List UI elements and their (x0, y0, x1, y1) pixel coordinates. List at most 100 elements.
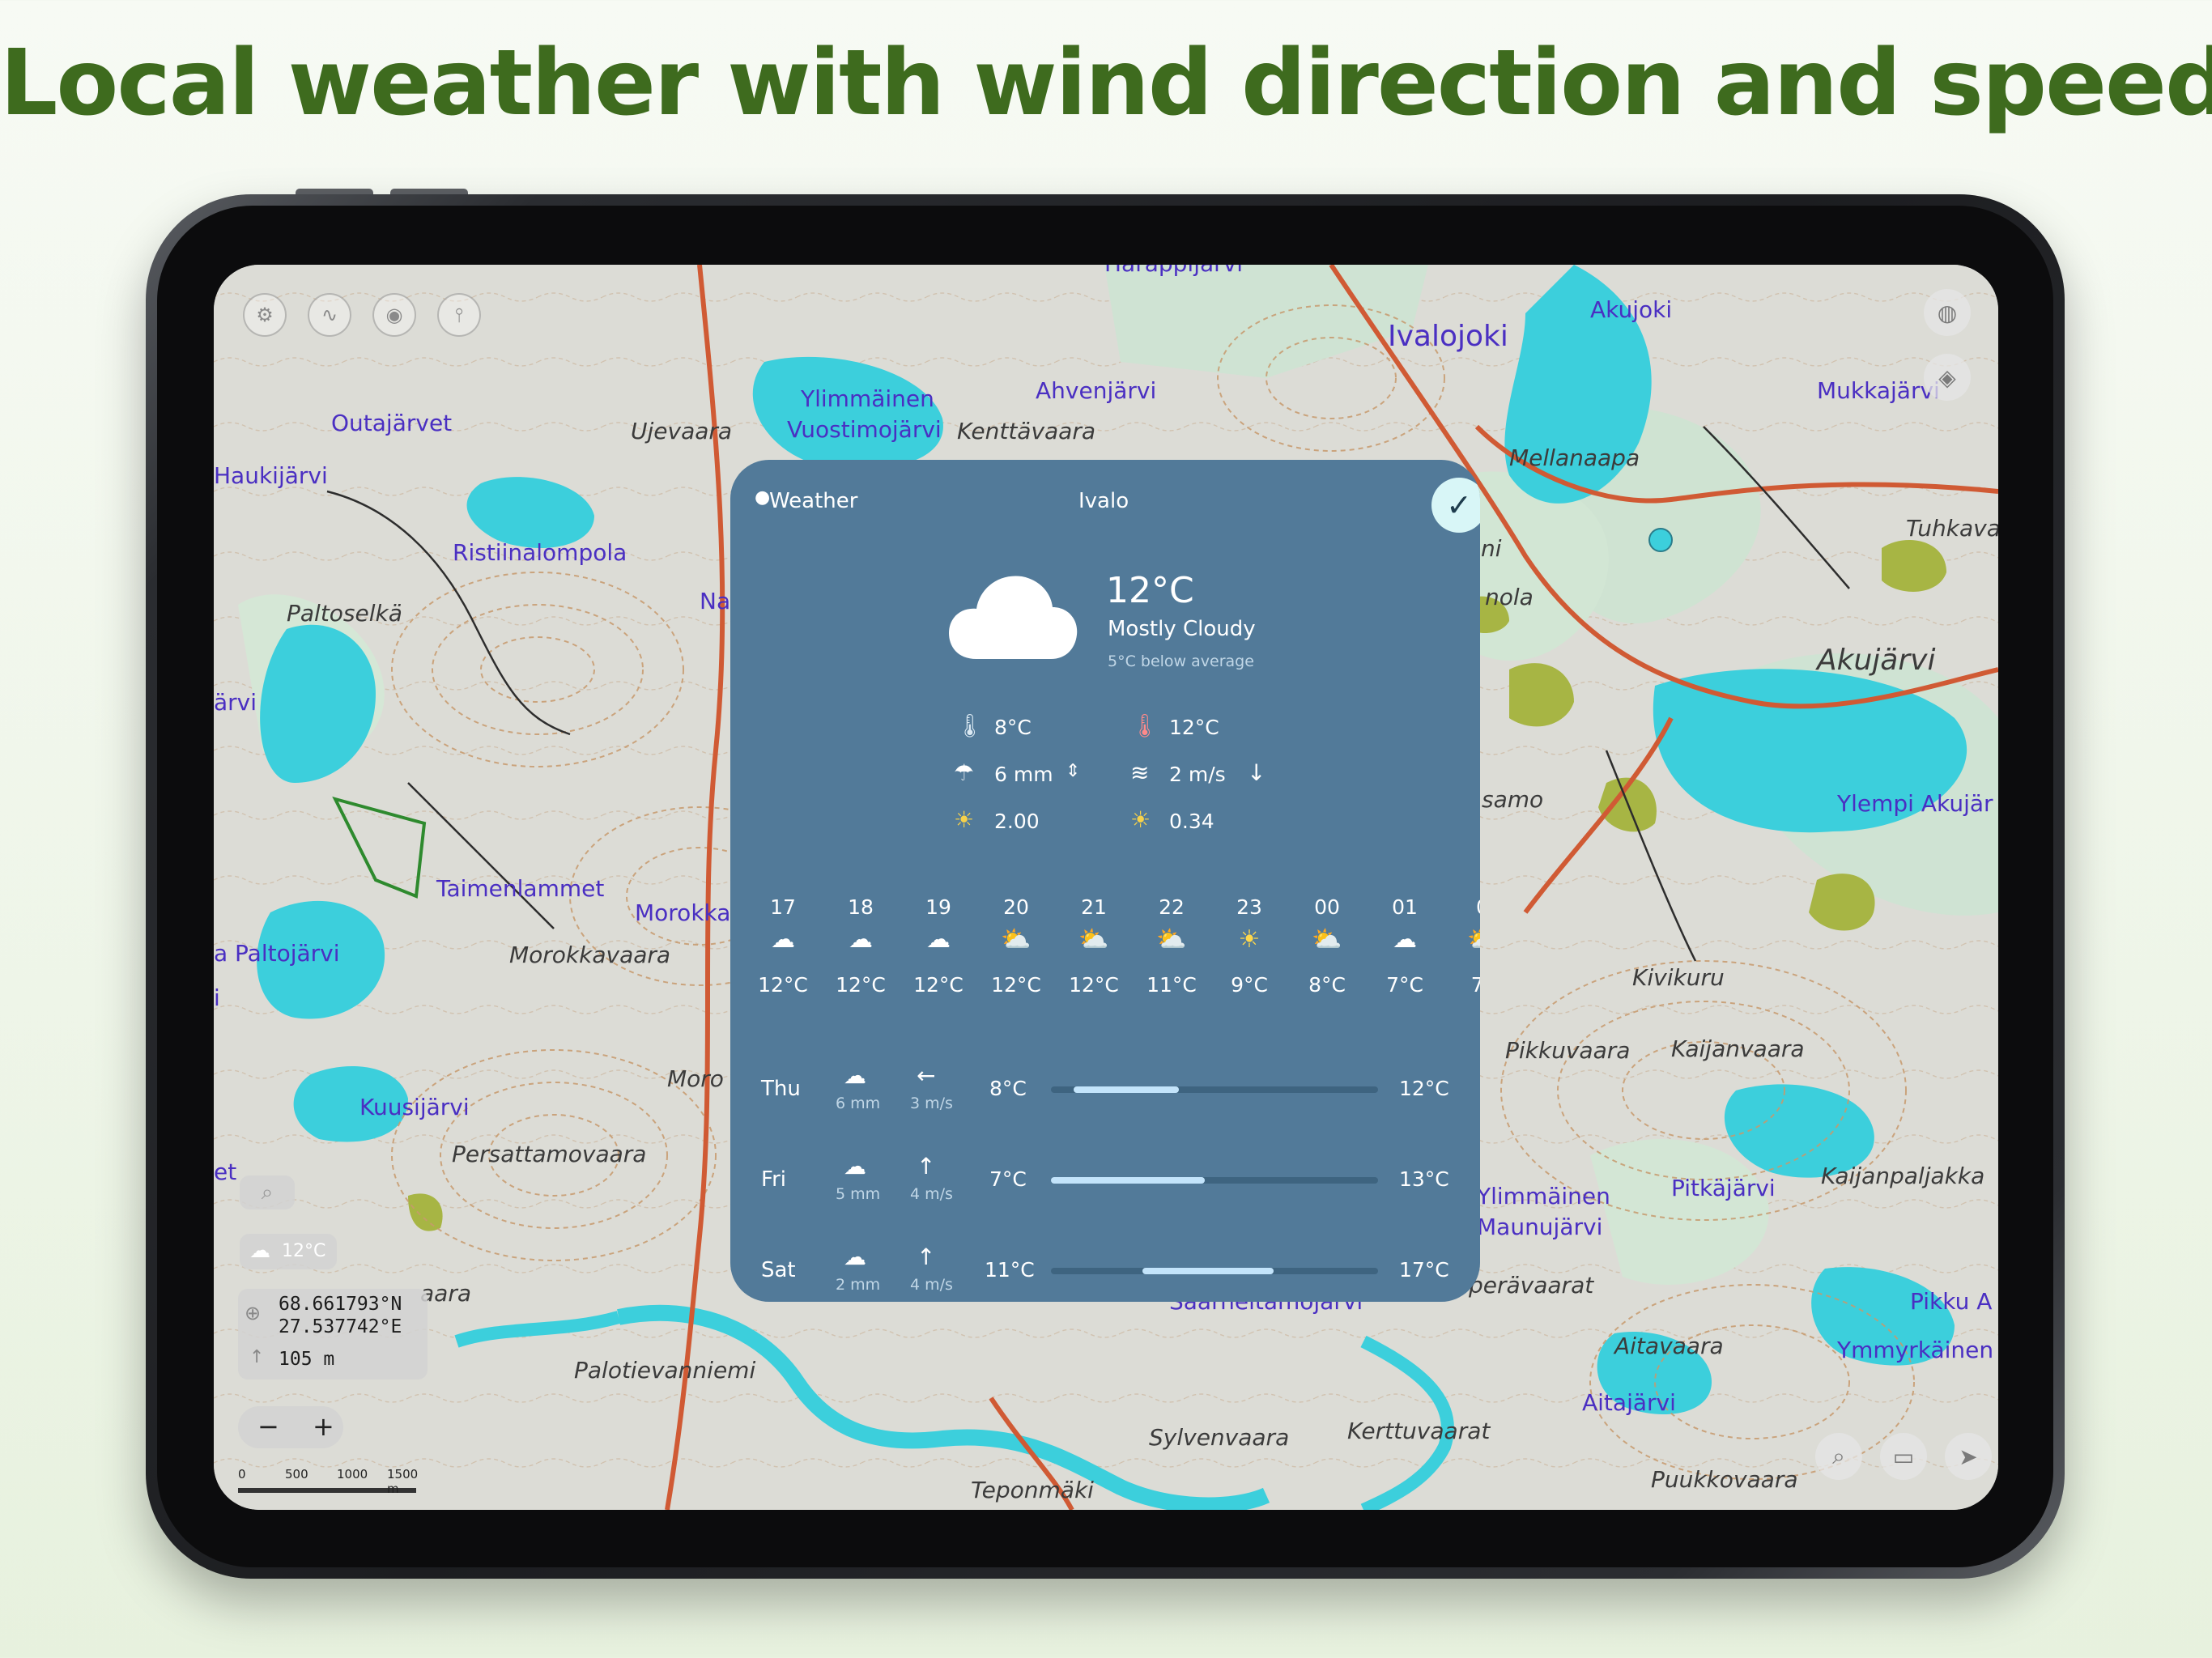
hour-temp: 12°C (1069, 973, 1119, 997)
daily-precip: 6 mm (836, 1095, 881, 1112)
hour-temp: 7° (1470, 973, 1480, 997)
map-label: Mellanaapa (1509, 444, 1640, 471)
current-temperature: 12°C (1106, 570, 1194, 611)
hour-label: 22 (1159, 895, 1185, 919)
hourly-item: 01 ☁ 7°C (1368, 895, 1441, 997)
map-label: Ahvenjärvi (1036, 377, 1156, 404)
map-label: Kivikuru (1632, 964, 1725, 991)
zoom-out-button[interactable]: − (257, 1411, 279, 1442)
daily-low: 11°C (985, 1258, 1035, 1282)
rain-cloud-icon: ☂ (954, 759, 975, 786)
broadcast-icon[interactable]: ◉ (372, 293, 416, 337)
map-label: et (214, 1158, 236, 1185)
map-label: Kaijanvaara (1671, 1035, 1805, 1062)
hourly-item: 22 ⛅ 11°C (1135, 895, 1208, 997)
daily-wind: 3 m/s (910, 1095, 953, 1112)
uv-set-value: 0.34 (1169, 810, 1214, 833)
partly-sunny-icon: ⛅ (1312, 925, 1342, 954)
settings-icon[interactable]: ⚙ (243, 293, 287, 337)
map-label: Harappijärvi (1104, 265, 1243, 277)
globe-icon[interactable]: ◍ (1924, 289, 1971, 336)
weather-location: Ivalo (1078, 489, 1129, 513)
hourly-item: 20 ⛅ 12°C (980, 895, 1053, 997)
map-label: Persattamovaara (452, 1141, 646, 1167)
hour-label: 23 (1236, 895, 1262, 919)
map-label: Morokkavaara (509, 942, 670, 968)
route-icon[interactable]: ∿ (308, 293, 351, 337)
daily-precip: 5 mm (836, 1185, 881, 1203)
cloud-icon: ☁ (926, 925, 951, 954)
scale-label: 1000 (337, 1467, 368, 1482)
daily-high: 17°C (1399, 1258, 1449, 1282)
altitude-arrow-icon: ↑ (249, 1347, 265, 1367)
daily-row: Thu ☁ 6 mm ← 3 m/s 8°C 12°C (730, 1062, 1480, 1119)
latitude: 68.661793°N (279, 1294, 402, 1315)
hourly-item: 18 ☁ 12°C (824, 895, 897, 997)
longitude: 27.537742°E (279, 1316, 402, 1337)
screen: Harappijärvi Ivalojoki Akujoki Ylimmäine… (214, 265, 1998, 1510)
hour-temp: 9°C (1231, 973, 1268, 997)
map-label: Ristiinalompola (453, 539, 627, 566)
map-label: Tuhkava (1906, 515, 1998, 542)
map-label: Morokka (635, 899, 730, 926)
wind-icon: ≋ (1130, 759, 1150, 786)
hour-temp: 12°C (991, 973, 1041, 997)
day-label: Thu (761, 1077, 801, 1101)
binoculars-icon[interactable]: ⌕ (240, 1175, 295, 1209)
hourly-item: 21 ⛅ 12°C (1057, 895, 1130, 997)
expand-icon[interactable]: ⇕ (1066, 761, 1080, 781)
pin-icon[interactable]: ⫯ (437, 293, 481, 337)
weather-card: ● Weather Ivalo ✓ 12°C Mostly Cloudy 5°C… (730, 460, 1480, 1302)
map-label: ärvi (214, 689, 257, 716)
map-label: Ujevaara (631, 418, 732, 444)
apple-logo-icon: ● (755, 487, 771, 508)
hourly-item: 17 ☁ 12°C (747, 895, 819, 997)
location-marker[interactable] (1648, 528, 1673, 552)
daily-row: Sat ☁ 2 mm ↑ 4 m/s 11°C 17°C (730, 1244, 1480, 1300)
cloud-icon: ☁ (249, 1239, 270, 1263)
wind-direction-icon: ↓ (1247, 759, 1266, 786)
map-label: nola (1485, 584, 1534, 610)
wind-speed: 2 m/s (1169, 763, 1226, 786)
map-label: Puukkovaara (1651, 1466, 1798, 1493)
hourly-item: 23 ☀ 9°C (1213, 895, 1286, 997)
map-label: Aitavaara (1613, 1333, 1724, 1359)
wind-arrow-icon: ← (917, 1062, 936, 1089)
map-label: Haukijärvi (214, 462, 328, 489)
hour-label: 17 (770, 895, 796, 919)
navigation-arrow-icon[interactable]: ➤ (1945, 1433, 1992, 1480)
weather-provider: Weather (769, 489, 858, 513)
search-icon[interactable]: ⌕ (1815, 1433, 1862, 1480)
wind-arrow-icon: ↑ (917, 1244, 936, 1270)
daily-high: 12°C (1399, 1077, 1449, 1100)
weather-condition: Mostly Cloudy (1108, 617, 1256, 641)
checkmark-icon: ✓ (1446, 487, 1472, 523)
layers-icon[interactable]: ◈ (1924, 354, 1971, 401)
high-temperature: 12°C (1169, 716, 1219, 739)
sun-icon: ☀ (1238, 925, 1261, 954)
map-label: ni (1481, 535, 1502, 562)
done-button[interactable]: ✓ (1431, 478, 1480, 533)
daily-precip: 2 mm (836, 1276, 881, 1294)
temp-range-fill (1142, 1268, 1274, 1274)
hour-label: 01 (1392, 895, 1418, 919)
map-label: Kerttuvaarat (1347, 1418, 1491, 1444)
ruler-icon[interactable]: ▭ (1880, 1433, 1927, 1480)
partly-sunny-icon: ⛅ (1001, 925, 1032, 954)
map-label: Mukkajärvi (1817, 377, 1940, 404)
map-label: Taimenlammet (436, 875, 604, 902)
altitude: 105 m (279, 1349, 335, 1370)
zoom-in-button[interactable]: + (313, 1411, 334, 1442)
daily-wind: 4 m/s (910, 1276, 953, 1294)
temp-range-bar (1051, 1177, 1378, 1184)
hourly-item: 19 ☁ 12°C (902, 895, 975, 997)
weather-toggle[interactable]: ☁ 12°C (240, 1234, 337, 1269)
scale-label: 0 (238, 1467, 246, 1482)
map-label: Ylimmäinen (800, 385, 934, 412)
hour-label: 20 (1003, 895, 1029, 919)
thermometer-low-icon: 🌡 (955, 712, 985, 739)
coordinates-panel: ⊕ 68.661793°N 27.537742°E ↑ 105 m (238, 1289, 428, 1380)
cloud-icon: ☁ (771, 925, 795, 954)
map-label: Outajärvet (331, 410, 452, 436)
hour-temp: 11°C (1146, 973, 1197, 997)
